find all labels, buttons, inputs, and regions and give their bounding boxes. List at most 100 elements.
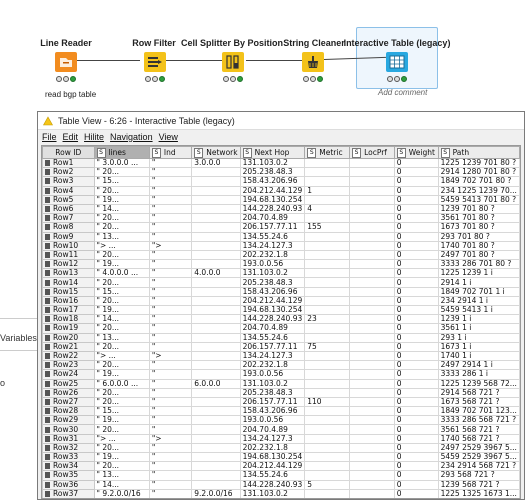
next-hop-cell[interactable]: 158.43.206.96 — [239, 286, 306, 297]
table-row[interactable]: Row33 " 19... " 194.68.130.254 0 5459 2529 39… — [42, 451, 520, 463]
menu-file[interactable]: File — [42, 132, 57, 142]
row-id-cell[interactable]: Row32 — [42, 442, 95, 454]
locprf-cell[interactable] — [349, 167, 395, 178]
row-id-cell[interactable]: Row12 — [42, 259, 95, 270]
table-row[interactable]: Row2 " 20... " 205.238.48.3 0 2914 1280 701 8… — [42, 167, 520, 178]
lines-cell[interactable]: " 20... — [93, 341, 150, 352]
weight-cell[interactable]: 0 — [393, 231, 439, 242]
path-cell[interactable]: 1673 568 721 ? — [437, 396, 520, 408]
network-cell[interactable] — [191, 433, 241, 444]
ind-cell[interactable]: " — [148, 277, 193, 288]
weight-cell[interactable]: 0 — [393, 185, 439, 196]
path-cell[interactable]: 1225 1239 701 80 ? — [437, 157, 520, 169]
locprf-cell[interactable] — [349, 157, 395, 169]
path-cell[interactable]: 2914 568 721 ? — [437, 387, 520, 398]
ind-cell[interactable]: " — [148, 203, 193, 215]
table-row[interactable]: Row20 " 13... " 134.55.24.6 0 293 1 i — [42, 332, 520, 343]
row-id-cell[interactable]: Row17 — [42, 304, 95, 316]
locprf-cell[interactable] — [349, 360, 395, 371]
locprf-cell[interactable] — [349, 323, 395, 334]
row-id-cell[interactable]: Row7 — [42, 213, 95, 224]
node-string-cleaner[interactable]: String Cleaner — [278, 38, 348, 108]
weight-cell[interactable]: 0 — [393, 470, 439, 481]
next-hop-cell[interactable]: 204.70.4.89 — [239, 323, 306, 334]
network-cell[interactable] — [191, 213, 241, 224]
weight-cell[interactable]: 0 — [393, 304, 439, 316]
row-id-cell[interactable]: Row15 — [42, 286, 95, 297]
lines-cell[interactable]: " 19... — [93, 194, 150, 205]
next-hop-cell[interactable]: 134.55.24.6 — [239, 332, 306, 343]
ind-cell[interactable]: " — [148, 167, 193, 178]
ind-cell[interactable]: " — [148, 314, 193, 325]
network-cell[interactable] — [191, 360, 241, 371]
metric-cell[interactable] — [304, 442, 351, 454]
lines-cell[interactable]: " 14... — [93, 479, 150, 490]
metric-cell[interactable] — [304, 286, 351, 297]
network-cell[interactable] — [191, 304, 241, 316]
next-hop-cell[interactable]: 204.212.44.129 — [239, 185, 306, 196]
locprf-cell[interactable] — [349, 415, 395, 426]
weight-cell[interactable]: 0 — [393, 497, 439, 498]
next-hop-cell[interactable]: 131.103.0.2 — [239, 157, 306, 169]
table-row[interactable]: Row12 " 19... " 193.0.0.56 0 3333 286 701 80 … — [42, 259, 520, 270]
path-cell[interactable]: 2497 2914 1 i — [437, 360, 520, 371]
locprf-cell[interactable] — [349, 286, 395, 297]
table-row[interactable]: Row35 " 13... " 134.55.24.6 0 293 568 721 ? — [42, 470, 520, 481]
lines-cell[interactable]: "> ... — [93, 433, 150, 444]
path-cell[interactable]: 1849 702 701 123... — [437, 406, 520, 417]
path-cell[interactable]: 3333 286 1 i — [437, 369, 520, 380]
ind-cell[interactable]: " — [148, 442, 193, 454]
metric-cell[interactable] — [304, 378, 351, 389]
row-id-cell[interactable]: Row36 — [42, 479, 95, 490]
locprf-cell[interactable] — [349, 185, 395, 196]
metric-cell[interactable] — [304, 295, 351, 307]
ind-cell[interactable]: " — [148, 406, 193, 417]
ind-cell[interactable]: "> — [148, 240, 193, 251]
locprf-cell[interactable] — [349, 332, 395, 343]
network-cell[interactable] — [191, 451, 241, 463]
table-row[interactable]: Row14 " 20... " 205.238.48.3 0 2914 1 i — [42, 277, 520, 288]
next-hop-cell[interactable]: 206.157.77.11 — [239, 396, 306, 408]
metric-cell[interactable] — [304, 231, 351, 242]
metric-cell[interactable] — [304, 488, 351, 498]
lines-cell[interactable]: " 19... — [93, 451, 150, 463]
ind-cell[interactable]: " — [148, 295, 193, 307]
path-cell[interactable]: 2914 1 i — [437, 277, 520, 288]
node-interactive-table[interactable]: Interactive Table (legacy) Add comment — [344, 38, 451, 108]
lines-cell[interactable]: " 20... — [93, 213, 150, 224]
lines-cell[interactable]: " 15... — [93, 406, 150, 417]
metric-cell[interactable] — [304, 497, 351, 498]
menu-edit[interactable]: Edit — [63, 132, 79, 142]
path-cell[interactable]: 293 1 i — [437, 332, 520, 343]
row-id-cell[interactable]: Row22 — [42, 350, 95, 362]
path-cell[interactable]: 2914 1280 701 80 ? — [437, 167, 520, 178]
weight-cell[interactable]: 0 — [393, 332, 439, 343]
row-id-cell[interactable]: Row33 — [42, 451, 95, 463]
network-cell[interactable] — [191, 332, 241, 343]
table-row[interactable]: Row28 " 15... " 158.43.206.96 0 1849 702 701 … — [42, 406, 520, 417]
lines-cell[interactable]: " 20... — [93, 424, 150, 435]
weight-cell[interactable]: 0 — [393, 451, 439, 463]
weight-cell[interactable]: 0 — [393, 277, 439, 288]
table-row[interactable]: Row37 " 9.2.0.0/16 " 9.2.0.0/16 131.103.0.2 0… — [42, 488, 520, 498]
ind-cell[interactable]: " — [148, 378, 193, 389]
next-hop-cell[interactable]: 134.24.127.3 — [239, 350, 306, 362]
lines-cell[interactable]: " 20... — [93, 461, 150, 472]
table-row[interactable]: Row3 " 15... " 158.43.206.96 0 1849 702 701 8… — [42, 176, 520, 187]
weight-cell[interactable]: 0 — [393, 176, 439, 187]
locprf-cell[interactable] — [349, 451, 395, 463]
table-row[interactable]: Row11 " 20... " 202.232.1.8 0 2497 701 80 ? — [42, 249, 520, 261]
row-id-cell[interactable]: Row2 — [42, 167, 95, 178]
table-row[interactable]: Row13 " 4.0.0.0 ... " 4.0.0.0 131.103.0.2 0 12… — [42, 268, 520, 279]
row-id-cell[interactable]: Row6 — [42, 203, 95, 215]
node-row-filter[interactable]: Row Filter — [118, 38, 188, 108]
next-hop-cell[interactable]: 131.103.0.2 — [239, 488, 306, 498]
network-cell[interactable] — [191, 323, 241, 334]
next-hop-cell[interactable]: 194.68.130.254 — [239, 451, 306, 463]
lines-cell[interactable]: " 13... — [93, 470, 150, 481]
lines-cell[interactable]: " 14... — [93, 203, 150, 215]
row-id-cell[interactable]: Row11 — [42, 249, 95, 261]
lines-cell[interactable]: " 19... — [93, 415, 150, 426]
network-cell[interactable] — [191, 470, 241, 481]
network-cell[interactable] — [191, 424, 241, 435]
